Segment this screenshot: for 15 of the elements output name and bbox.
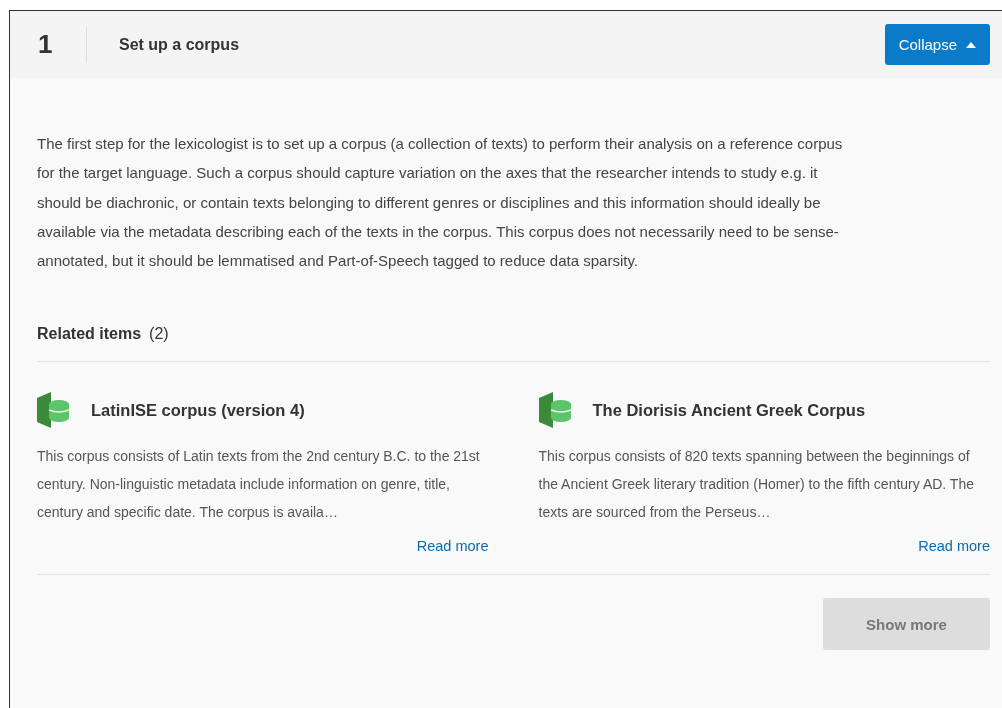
database-icon <box>37 392 71 429</box>
step-number: 1 <box>38 29 54 60</box>
item-title: LatinISE corpus (version 4) <box>91 401 305 420</box>
collapse-button[interactable]: Collapse <box>884 24 990 65</box>
step-description: The first step for the lexicologist is to set up a corpus (a collection of texts) to perform their analysis on a reference corpus for the target language. Such a corpus should capture variation on the axes that the researcher intends to study e.g. it should be diachronic, or contain texts belonging to different genres or disciplines and this information should ideally be available via the metadata describing each of the texts in the corpus. This corpus does not necessarily need to be sense-annotated, but it should be lemmatised and Part-of-Speech tagged to reduce data sparsity. <box>37 134 844 272</box>
database-icon <box>538 392 573 429</box>
related-heading: Related items <box>37 325 142 344</box>
read-more-link[interactable]: Read more <box>416 538 489 555</box>
read-more-link[interactable]: Read more <box>918 538 990 555</box>
item-summary: This corpus consists of Latin texts from the 2nd century B.C. to the 21st century. Non-linguistic metadata include information on genre, title, century and specific date. The corpus is availa… <box>37 447 481 523</box>
caret-icon <box>966 41 976 48</box>
related-count: (2) <box>149 325 169 344</box>
item-title: The Diorisis Ancient Greek Corpus <box>592 401 866 420</box>
step-title: Set up a corpus <box>119 35 241 54</box>
item-summary: This corpus consists of 820 texts spanning between the beginnings of the Ancient Greek literary tradition (Homer) to the fifth century AD. The texts are sourced from the Perseus… <box>538 447 975 523</box>
